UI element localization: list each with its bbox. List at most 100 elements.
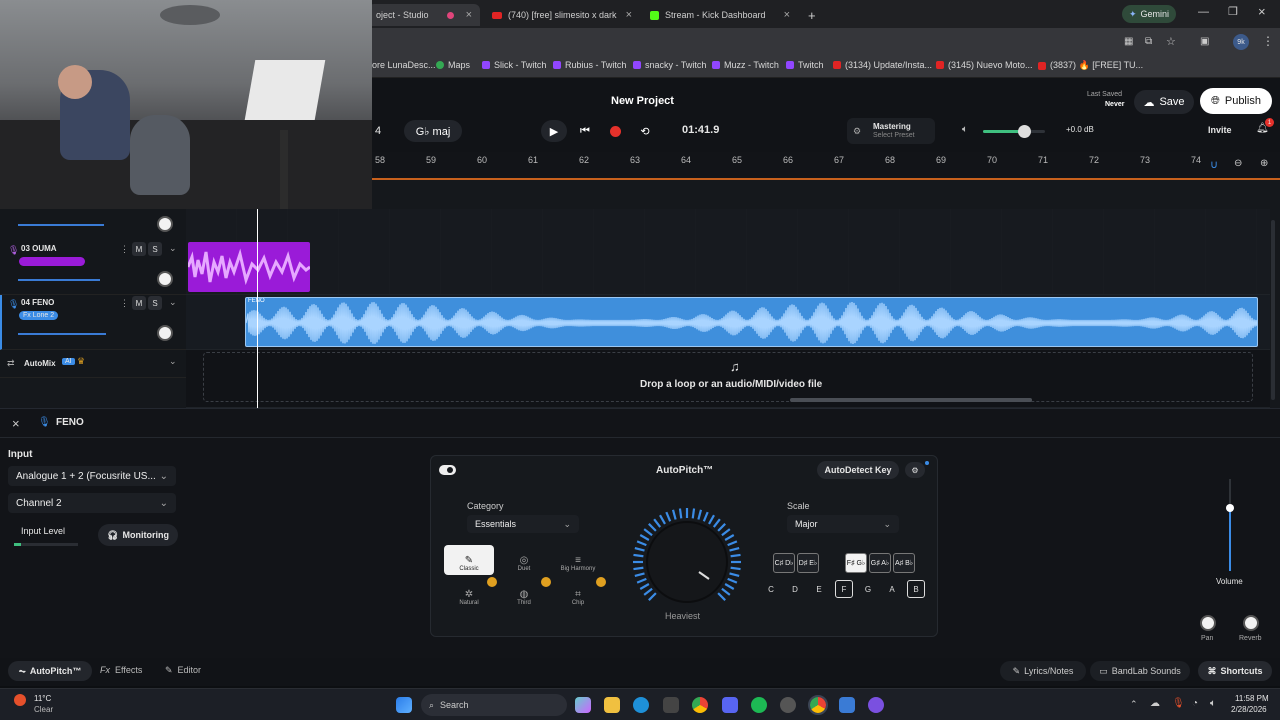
input-device-select[interactable]: Analogue 1 + 2 (Focusrite US... ⌄ bbox=[8, 466, 176, 486]
pan-knob[interactable] bbox=[157, 325, 173, 341]
mastering-selector[interactable]: ⚙ Mastering Select Preset bbox=[847, 118, 935, 144]
mute-button[interactable]: M bbox=[132, 242, 146, 256]
window-close-icon[interactable]: × bbox=[1258, 4, 1266, 19]
bookmark-item[interactable]: Slick - Twitch bbox=[482, 60, 546, 70]
vertical-scrollbar[interactable] bbox=[1271, 220, 1275, 400]
close-icon[interactable]: × bbox=[12, 416, 20, 431]
play-button[interactable]: ▶ bbox=[541, 120, 567, 142]
tab-kick[interactable]: Stream - Kick Dashboard × bbox=[642, 4, 798, 26]
zoom-in-icon[interactable]: ⊕ bbox=[1260, 158, 1268, 169]
discord-icon[interactable] bbox=[722, 697, 738, 713]
key-a-sharp[interactable]: A♯ B♭ bbox=[893, 553, 915, 573]
solo-button[interactable]: S bbox=[148, 242, 162, 256]
close-icon[interactable]: × bbox=[466, 9, 472, 21]
reverb-knob[interactable] bbox=[1243, 615, 1259, 631]
pan-knob[interactable] bbox=[157, 216, 173, 232]
key-g-sharp[interactable]: G♯ A♭ bbox=[869, 553, 891, 573]
audio-clip[interactable]: FENO bbox=[245, 297, 1258, 347]
chrome-active-icon[interactable] bbox=[808, 695, 828, 715]
autopitch-toggle[interactable] bbox=[439, 465, 456, 475]
chevron-down-icon[interactable]: ⌄ bbox=[169, 356, 177, 367]
track-header[interactable]: 🎙︎ 03 OUMA ⋮ M S ⌄ bbox=[0, 238, 186, 295]
bookmark-star-icon[interactable]: ☆ bbox=[1166, 35, 1176, 48]
key-selector[interactable]: G♭ maj bbox=[404, 120, 462, 142]
file-explorer-icon[interactable] bbox=[604, 697, 620, 713]
solo-button[interactable]: S bbox=[148, 296, 162, 310]
pan-knob[interactable] bbox=[157, 271, 173, 287]
audio-clip[interactable] bbox=[188, 242, 310, 292]
new-tab-button[interactable]: + bbox=[800, 4, 820, 26]
channel-select[interactable]: Channel 2 ⌄ bbox=[8, 493, 176, 513]
share-icon[interactable]: ⧉ bbox=[1145, 36, 1152, 47]
copilot-icon[interactable] bbox=[575, 697, 591, 713]
settings-icon[interactable]: ⚙ bbox=[905, 462, 925, 478]
monitoring-button[interactable]: 🎧︎ Monitoring bbox=[98, 524, 178, 546]
app-icon[interactable] bbox=[868, 697, 884, 713]
zoom-out-icon[interactable]: ⊖ bbox=[1234, 158, 1242, 169]
track-lane[interactable] bbox=[186, 238, 1270, 295]
speaker-icon[interactable]: 🔈︎ bbox=[962, 124, 968, 135]
chevron-down-icon[interactable]: ⌄ bbox=[169, 243, 177, 254]
style-classic[interactable]: ✎ Classic bbox=[444, 545, 494, 575]
note-g[interactable]: G bbox=[859, 580, 877, 598]
mute-button[interactable]: M bbox=[132, 296, 146, 310]
amount-knob[interactable] bbox=[631, 506, 747, 618]
windows-start-icon[interactable] bbox=[396, 697, 412, 713]
loop-button[interactable]: ⟲ bbox=[633, 120, 657, 142]
bookmark-item[interactable]: (3837) 🔥 [FREE] TU... bbox=[1038, 60, 1143, 71]
save-button[interactable]: ☁ Save bbox=[1134, 90, 1194, 114]
extension-icon[interactable]: ▦ bbox=[1124, 36, 1133, 47]
note-a[interactable]: A bbox=[883, 580, 901, 598]
bookmark-item[interactable]: Rubius - Twitch bbox=[553, 60, 626, 70]
tab-studio[interactable]: oject - Studio × bbox=[368, 4, 480, 26]
key-f-sharp[interactable]: F♯ G♭ bbox=[845, 553, 867, 573]
obs-icon[interactable] bbox=[780, 697, 796, 713]
maximize-icon[interactable]: ❐ bbox=[1228, 5, 1238, 18]
automix-row[interactable]: ⇄ AutoMix AI ♛ ⌄ bbox=[0, 350, 186, 378]
track-lane[interactable]: FENO bbox=[186, 295, 1270, 350]
tab-editor[interactable]: ✎ Editor bbox=[165, 665, 201, 676]
key-c-sharp[interactable]: C♯ D♭ bbox=[773, 553, 795, 573]
lyrics-notes-button[interactable]: ✎ Lyrics/Notes bbox=[1000, 661, 1086, 681]
invite-button[interactable]: Invite bbox=[1208, 125, 1232, 135]
menu-icon[interactable]: ⋮ bbox=[1262, 34, 1274, 48]
spotify-icon[interactable] bbox=[751, 697, 767, 713]
note-b[interactable]: B bbox=[907, 580, 925, 598]
sidebar-icon[interactable]: ▣ bbox=[1200, 36, 1209, 47]
cloud-icon[interactable]: ☁ bbox=[1150, 698, 1160, 709]
fx-preset-badge[interactable] bbox=[19, 257, 85, 266]
playhead[interactable] bbox=[257, 209, 258, 408]
pan-knob[interactable] bbox=[1200, 615, 1216, 631]
gemini-button[interactable]: ✦ Gemini bbox=[1122, 5, 1176, 23]
rewind-button[interactable]: ⏮ bbox=[573, 120, 597, 142]
tab-autopitch[interactable]: ⏦ AutoPitch™ bbox=[8, 661, 92, 681]
clock-time[interactable]: 11:58 PM bbox=[1235, 694, 1269, 703]
track-volume-slider[interactable] bbox=[18, 224, 104, 226]
bookmark-item[interactable]: snacky - Twitch bbox=[633, 60, 706, 70]
track-name[interactable]: 04 FENO bbox=[21, 298, 54, 307]
mic-icon[interactable]: 🎙︎ bbox=[1172, 698, 1185, 709]
close-icon[interactable]: × bbox=[784, 9, 790, 21]
publish-button[interactable]: 🌐︎ Publish bbox=[1200, 88, 1272, 114]
weather-temp[interactable]: 11°C bbox=[34, 694, 51, 703]
note-f[interactable]: F bbox=[835, 580, 853, 598]
project-title[interactable]: New Project bbox=[611, 95, 674, 107]
horizontal-scrollbar[interactable] bbox=[790, 398, 1032, 402]
shortcuts-button[interactable]: ⌘ Shortcuts bbox=[1198, 661, 1272, 681]
style-duet[interactable]: ◎ Duet bbox=[499, 545, 549, 575]
taskbar-search[interactable]: ⌕ Search bbox=[421, 694, 567, 716]
category-select[interactable]: Essentials ⌄ bbox=[467, 515, 579, 533]
close-icon[interactable]: × bbox=[626, 9, 632, 21]
note-e[interactable]: E bbox=[810, 580, 828, 598]
track-header-selected[interactable]: 🎙︎ 04 FENO Fx Lone 2 ⋮ M S ⌄ bbox=[0, 295, 186, 350]
more-icon[interactable]: ⋮ bbox=[120, 244, 129, 255]
scale-select[interactable]: Major ⌄ bbox=[787, 515, 899, 533]
chrome-icon[interactable] bbox=[692, 697, 708, 713]
chevron-down-icon[interactable]: ⌄ bbox=[169, 297, 177, 308]
bookmark-item[interactable]: ore LunaDesc... bbox=[372, 60, 436, 70]
style-big-harmony[interactable]: ≡ Big Harmony bbox=[553, 545, 603, 575]
track-volume-slider[interactable] bbox=[18, 333, 106, 335]
profile-avatar[interactable]: 9k bbox=[1233, 34, 1249, 50]
autodetect-key-button[interactable]: AutoDetect Key bbox=[817, 461, 899, 479]
bookmark-item[interactable]: Twitch bbox=[786, 60, 824, 70]
